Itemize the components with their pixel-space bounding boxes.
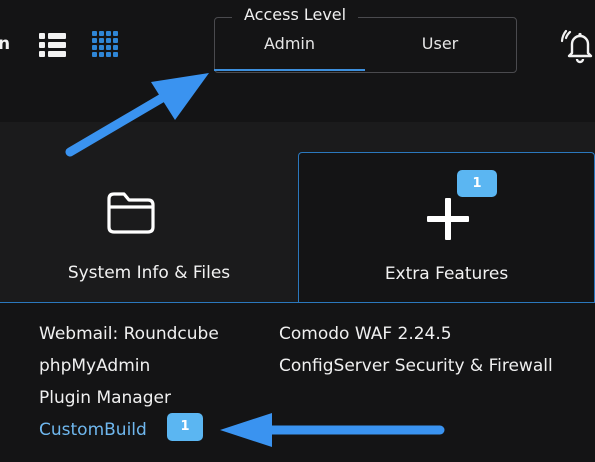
annotation-arrows: [65, 73, 445, 447]
arrow-to-admin-tab: [65, 73, 209, 157]
arrow-to-custombuild: [220, 413, 445, 447]
